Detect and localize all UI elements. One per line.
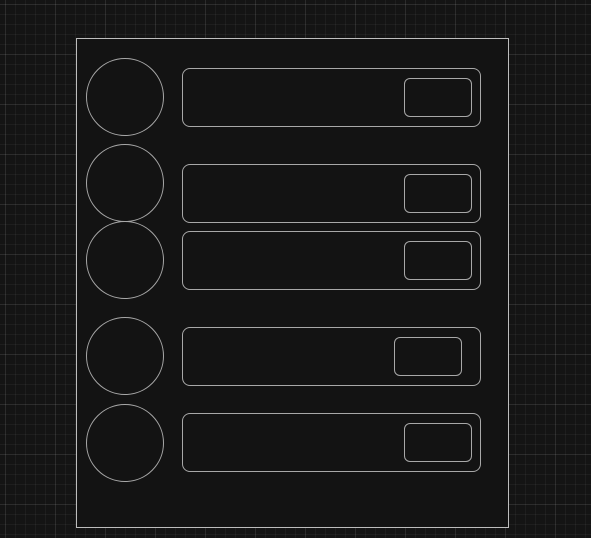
- bar-2: [182, 164, 481, 223]
- row-3: [0, 220, 591, 300]
- row-2: [0, 143, 591, 223]
- circle-node-4: [86, 317, 164, 395]
- bar-button-2[interactable]: [404, 174, 472, 213]
- bar-button-5[interactable]: [404, 423, 472, 462]
- row-5: [0, 403, 591, 483]
- bar-1: [182, 68, 481, 127]
- bar-button-4[interactable]: [394, 337, 462, 376]
- bar-button-3[interactable]: [404, 241, 472, 280]
- row-1: [0, 57, 591, 137]
- bar-button-1[interactable]: [404, 78, 472, 117]
- bar-4: [182, 327, 481, 386]
- circle-node-5: [86, 404, 164, 482]
- circle-node-1: [86, 58, 164, 136]
- row-4: [0, 317, 591, 397]
- circle-node-2: [86, 144, 164, 222]
- circle-node-3: [86, 221, 164, 299]
- diagram-canvas: [0, 0, 591, 538]
- bar-5: [182, 413, 481, 472]
- bar-3: [182, 231, 481, 290]
